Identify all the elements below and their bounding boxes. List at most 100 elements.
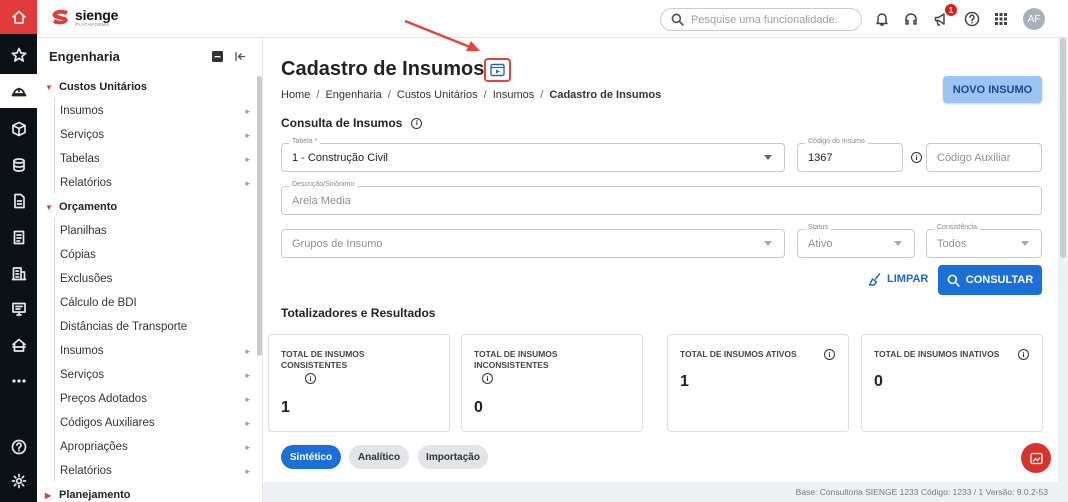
more-icon[interactable] — [0, 364, 37, 398]
clipboard-icon[interactable] — [0, 220, 37, 254]
codigo-insumo-field[interactable]: Código do Insumo 1367 — [797, 138, 903, 172]
tree-line — [54, 218, 55, 482]
sienge-logo[interactable]: sienge PLATAFORMA — [51, 8, 118, 28]
video-tutorial-icon[interactable] — [484, 58, 511, 82]
star-icon[interactable] — [0, 38, 37, 72]
sidebar-group-custos[interactable]: ▼ Custos Unitários — [45, 76, 147, 98]
sidebar-group-orcamento[interactable]: ▼ Orçamento — [45, 196, 117, 218]
chevron-right-icon: ▸ — [245, 177, 250, 188]
house-icon[interactable] — [0, 328, 37, 362]
help-circle-icon[interactable] — [962, 9, 982, 29]
sidebar-item-label: Tabelas — [60, 153, 100, 165]
top-bar: sienge PLATAFORMA 1 AF — [37, 0, 1068, 38]
info-icon[interactable]: i — [911, 152, 922, 163]
novo-insumo-button[interactable]: NOVO INSUMO — [943, 76, 1042, 103]
field-label: Descrição/Sinônimo — [289, 181, 358, 188]
card-inconsistentes: TOTAL DE INSUMOS INCONSISTENTES i 0 — [461, 334, 643, 432]
limpar-button[interactable]: LIMPAR — [868, 272, 928, 286]
icon-rail — [0, 0, 37, 502]
status-value: Ativo — [808, 237, 833, 250]
tab-importacao[interactable]: Importação — [418, 445, 488, 469]
coins-icon[interactable] — [0, 148, 37, 182]
tab-sintetico[interactable]: Sintético — [281, 445, 341, 469]
sidebar-group-label: Planejamento — [59, 489, 131, 501]
breadcrumb-engenharia[interactable]: Engenharia — [325, 89, 381, 101]
sidebar-item-relatorios[interactable]: Relatórios ▸ — [60, 172, 250, 194]
sidebar-item-precos-adotados[interactable]: Preços Adotados ▸ — [60, 388, 250, 410]
breadcrumb-home[interactable]: Home — [281, 89, 310, 101]
home-icon[interactable] — [0, 0, 37, 34]
info-icon[interactable]: i — [824, 349, 835, 360]
support-headset-icon[interactable] — [901, 9, 921, 29]
export-fab-button[interactable] — [1021, 443, 1051, 473]
card-ativos: TOTAL DE INSUMOS ATIVOS i 1 — [667, 334, 849, 432]
sidebar-item-servicos[interactable]: Serviços ▸ — [60, 124, 250, 146]
info-icon[interactable]: i — [482, 373, 493, 384]
sidebar-item-tabelas[interactable]: Tabelas ▸ — [60, 148, 250, 170]
sidebar: Engenharia ▼ Custos Unitários Insumos ▸ … — [37, 38, 263, 502]
dropdown-arrow-icon — [1021, 241, 1029, 246]
dropdown-arrow-icon — [764, 241, 772, 246]
cube-icon[interactable] — [0, 112, 37, 146]
sidebar-item-planilhas[interactable]: Planilhas — [60, 220, 250, 242]
avatar[interactable]: AF — [1023, 8, 1045, 30]
tabela-select[interactable]: Tabela * 1 - Construção Civil — [281, 138, 785, 172]
notifications-icon[interactable] — [872, 9, 892, 29]
main-scrollbar[interactable] — [1060, 38, 1066, 258]
breadcrumb-insumos[interactable]: Insumos — [493, 89, 535, 101]
info-icon[interactable]: i — [305, 373, 316, 384]
grupos-insumo-select[interactable]: Grupos de Insumo — [281, 229, 785, 258]
monitor-icon[interactable] — [0, 292, 37, 326]
info-icon[interactable]: i — [1018, 349, 1029, 360]
settings-icon[interactable] — [0, 464, 37, 498]
search-box[interactable] — [660, 8, 862, 31]
notification-badge: 1 — [945, 4, 957, 16]
brand-subtitle: PLATAFORMA — [75, 22, 110, 27]
consistencia-select[interactable]: Consistência Todos — [926, 224, 1042, 258]
search-input[interactable] — [691, 13, 851, 26]
sidebar-item-label: Exclusões — [60, 273, 113, 285]
sidebar-item-copias[interactable]: Cópias — [60, 244, 250, 266]
sidebar-group-label: Orçamento — [59, 201, 118, 213]
minimize-icon[interactable] — [211, 50, 225, 64]
card-title: TOTAL DE INSUMOS INCONSISTENTES — [474, 349, 558, 371]
sidebar-scrollbar[interactable] — [257, 76, 262, 356]
sidebar-item-label: Serviços — [60, 369, 105, 381]
caret-down-icon: ▼ — [45, 202, 53, 212]
help-icon[interactable] — [0, 430, 37, 464]
descricao-field[interactable]: Descrição/Sinônimo Areia Media — [281, 181, 1042, 215]
sidebar-title: Engenharia — [49, 49, 120, 64]
card-inativos: TOTAL DE INSUMOS INATIVOS i 0 — [861, 334, 1043, 432]
card-value: 0 — [874, 373, 883, 390]
sidebar-item-label: Distâncias de Transporte — [60, 321, 188, 333]
sidebar-item-relatorios-orc[interactable]: Relatórios ▸ — [60, 460, 250, 482]
helmet-icon[interactable] — [0, 74, 37, 108]
announcements-icon[interactable]: 1 — [931, 4, 957, 29]
apps-grid-icon[interactable] — [991, 9, 1011, 29]
field-label: Código do Insumo — [805, 138, 868, 145]
breadcrumb: Home / Engenharia / Custos Unitários / Insu… — [281, 89, 662, 101]
status-select[interactable]: Status Ativo — [797, 224, 915, 258]
sidebar-item-label: Relatórios — [60, 465, 112, 477]
tab-analitico[interactable]: Analítico — [349, 445, 409, 469]
sidebar-item-exclusoes[interactable]: Exclusões — [60, 268, 250, 290]
sidebar-item-distancias[interactable]: Distâncias de Transporte — [60, 316, 250, 338]
codigo-auxiliar-field[interactable]: Código Auxiliar — [926, 143, 1042, 172]
building-icon[interactable] — [0, 256, 37, 290]
page-title: Cadastro de Insumos — [281, 58, 485, 80]
sidebar-item-label: Cálculo de BDI — [60, 297, 137, 309]
sidebar-item-codigos-auxiliares[interactable]: Códigos Auxiliares ▸ — [60, 412, 250, 434]
sidebar-item-servicos-orc[interactable]: Serviços ▸ — [60, 364, 250, 386]
sidebar-item-insumos-orc[interactable]: Insumos ▸ — [60, 340, 250, 362]
consulta-title: Consulta de Insumos i — [281, 116, 423, 130]
sidebar-item-insumos[interactable]: Insumos ▸ — [60, 100, 250, 122]
consultar-button[interactable]: CONSULTAR — [938, 265, 1042, 295]
info-icon[interactable]: i — [411, 117, 423, 129]
sidebar-item-calculo-bdi[interactable]: Cálculo de BDI — [60, 292, 250, 314]
sidebar-group-planejamento[interactable]: ▶ Planejamento — [45, 484, 131, 502]
document-icon[interactable] — [0, 184, 37, 218]
breadcrumb-custos[interactable]: Custos Unitários — [397, 89, 478, 101]
field-label: Consistência — [934, 224, 981, 231]
sidebar-item-apropriacoes[interactable]: Apropriações ▸ — [60, 436, 250, 458]
collapse-sidebar-icon[interactable] — [234, 50, 248, 64]
